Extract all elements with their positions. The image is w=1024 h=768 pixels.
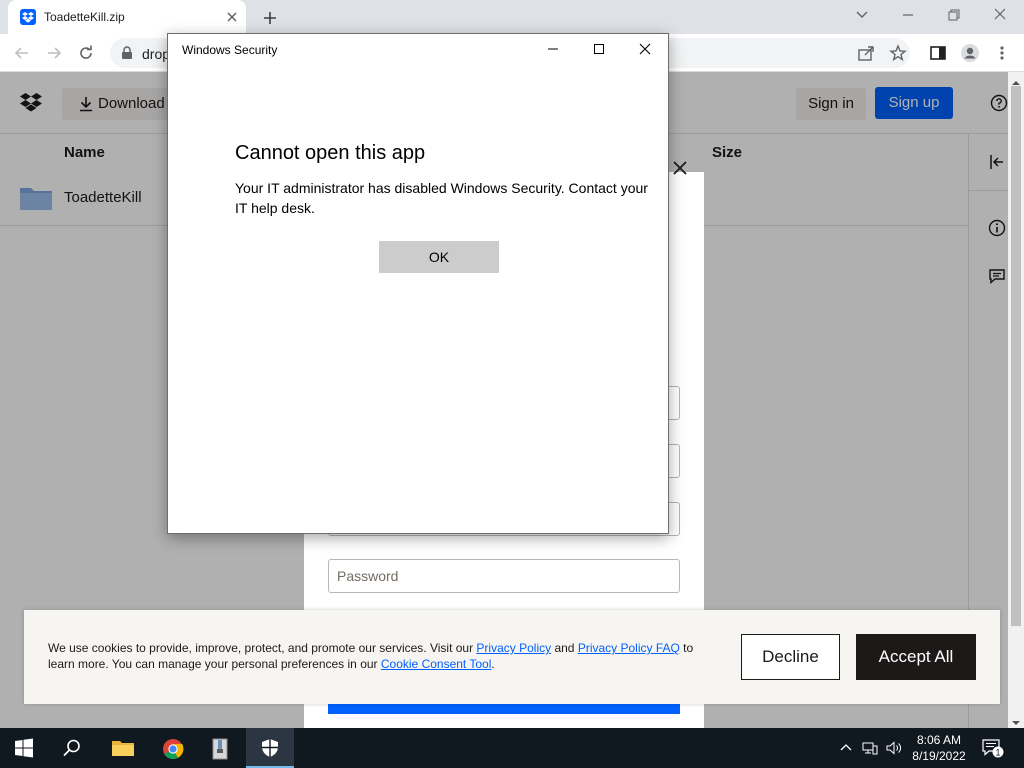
scroll-up-arrow-icon[interactable] <box>1012 74 1020 85</box>
side-panel-icon[interactable] <box>928 43 948 63</box>
windows-logo-icon <box>15 738 33 758</box>
tab-close-icon[interactable] <box>224 9 240 25</box>
tray-chevron-up-icon[interactable] <box>838 740 854 756</box>
password-field[interactable]: Password <box>328 559 680 593</box>
dialog-maximize-icon[interactable] <box>590 40 608 58</box>
taskbar-windows-security[interactable] <box>246 728 294 768</box>
url-text: drop <box>142 46 171 62</box>
privacy-policy-faq-link[interactable]: Privacy Policy FAQ <box>578 641 680 655</box>
shield-icon <box>262 739 278 757</box>
notification-center-icon[interactable]: 1 <box>982 738 1004 758</box>
share-icon[interactable] <box>856 43 876 63</box>
dialog-ok-button[interactable]: OK <box>379 241 499 273</box>
tab-search-chevron-down-icon[interactable] <box>852 6 872 24</box>
dialog-title: Windows Security <box>182 43 278 57</box>
taskbar-file-explorer[interactable] <box>98 728 146 768</box>
forward-arrow-icon[interactable] <box>44 43 64 63</box>
clock-time: 8:06 AM <box>916 733 962 747</box>
cookie-banner: We use cookies to provide, improve, prot… <box>24 610 1000 704</box>
windows-taskbar: 8:06 AM 8/19/2022 1 <box>0 728 1024 768</box>
modal-close-icon[interactable] <box>672 160 688 176</box>
scrollbar-thumb[interactable] <box>1011 86 1021 626</box>
dialog-heading: Cannot open this app <box>235 142 426 164</box>
taskbar-search-button[interactable] <box>48 728 96 768</box>
new-tab-icon[interactable] <box>260 8 280 28</box>
password-placeholder: Password <box>337 568 399 584</box>
window-restore-icon[interactable] <box>944 6 964 24</box>
archive-icon <box>212 738 228 760</box>
cookie-text: We use cookies to provide, improve, prot… <box>48 641 694 671</box>
search-icon <box>63 739 80 757</box>
scroll-down-arrow-icon[interactable] <box>1012 714 1020 725</box>
network-icon[interactable] <box>862 740 878 756</box>
browser-tab[interactable]: ToadetteKill.zip <box>8 0 246 34</box>
taskbar-clock[interactable]: 8:06 AM 8/19/2022 <box>904 732 974 764</box>
taskbar-archive-app[interactable] <box>196 728 244 768</box>
taskbar-chrome[interactable] <box>148 728 196 768</box>
dialog-close-icon[interactable] <box>636 40 654 58</box>
volume-icon[interactable] <box>886 740 902 756</box>
bookmark-star-icon[interactable] <box>888 43 908 63</box>
browser-menu-icon[interactable] <box>992 43 1012 63</box>
chrome-icon <box>163 739 184 760</box>
browser-tab-strip: ToadetteKill.zip <box>0 0 1024 34</box>
window-minimize-icon[interactable] <box>898 6 918 24</box>
window-close-icon[interactable] <box>990 6 1010 24</box>
start-button[interactable] <box>0 728 48 768</box>
reload-icon[interactable] <box>76 43 96 63</box>
notification-count: 1 <box>995 747 1000 757</box>
cookie-consent-tool-link[interactable]: Cookie Consent Tool <box>381 657 492 671</box>
clock-date: 8/19/2022 <box>912 749 966 763</box>
file-explorer-icon <box>112 741 134 756</box>
lock-icon <box>120 46 134 60</box>
tab-title: ToadetteKill.zip <box>44 10 125 24</box>
windows-security-dialog: Windows Security Cannot open this app Yo… <box>167 33 669 534</box>
page-scrollbar[interactable] <box>1008 72 1024 728</box>
decline-cookies-button[interactable]: Decline <box>741 634 840 680</box>
dialog-minimize-icon[interactable] <box>544 40 562 58</box>
profile-avatar-icon[interactable] <box>960 43 980 63</box>
back-arrow-icon[interactable] <box>12 43 32 63</box>
privacy-policy-link[interactable]: Privacy Policy <box>476 641 551 655</box>
dropbox-favicon-icon <box>20 9 36 25</box>
dialog-message: Your IT administrator has disabled Windo… <box>235 180 648 216</box>
accept-all-cookies-button[interactable]: Accept All <box>856 634 976 680</box>
